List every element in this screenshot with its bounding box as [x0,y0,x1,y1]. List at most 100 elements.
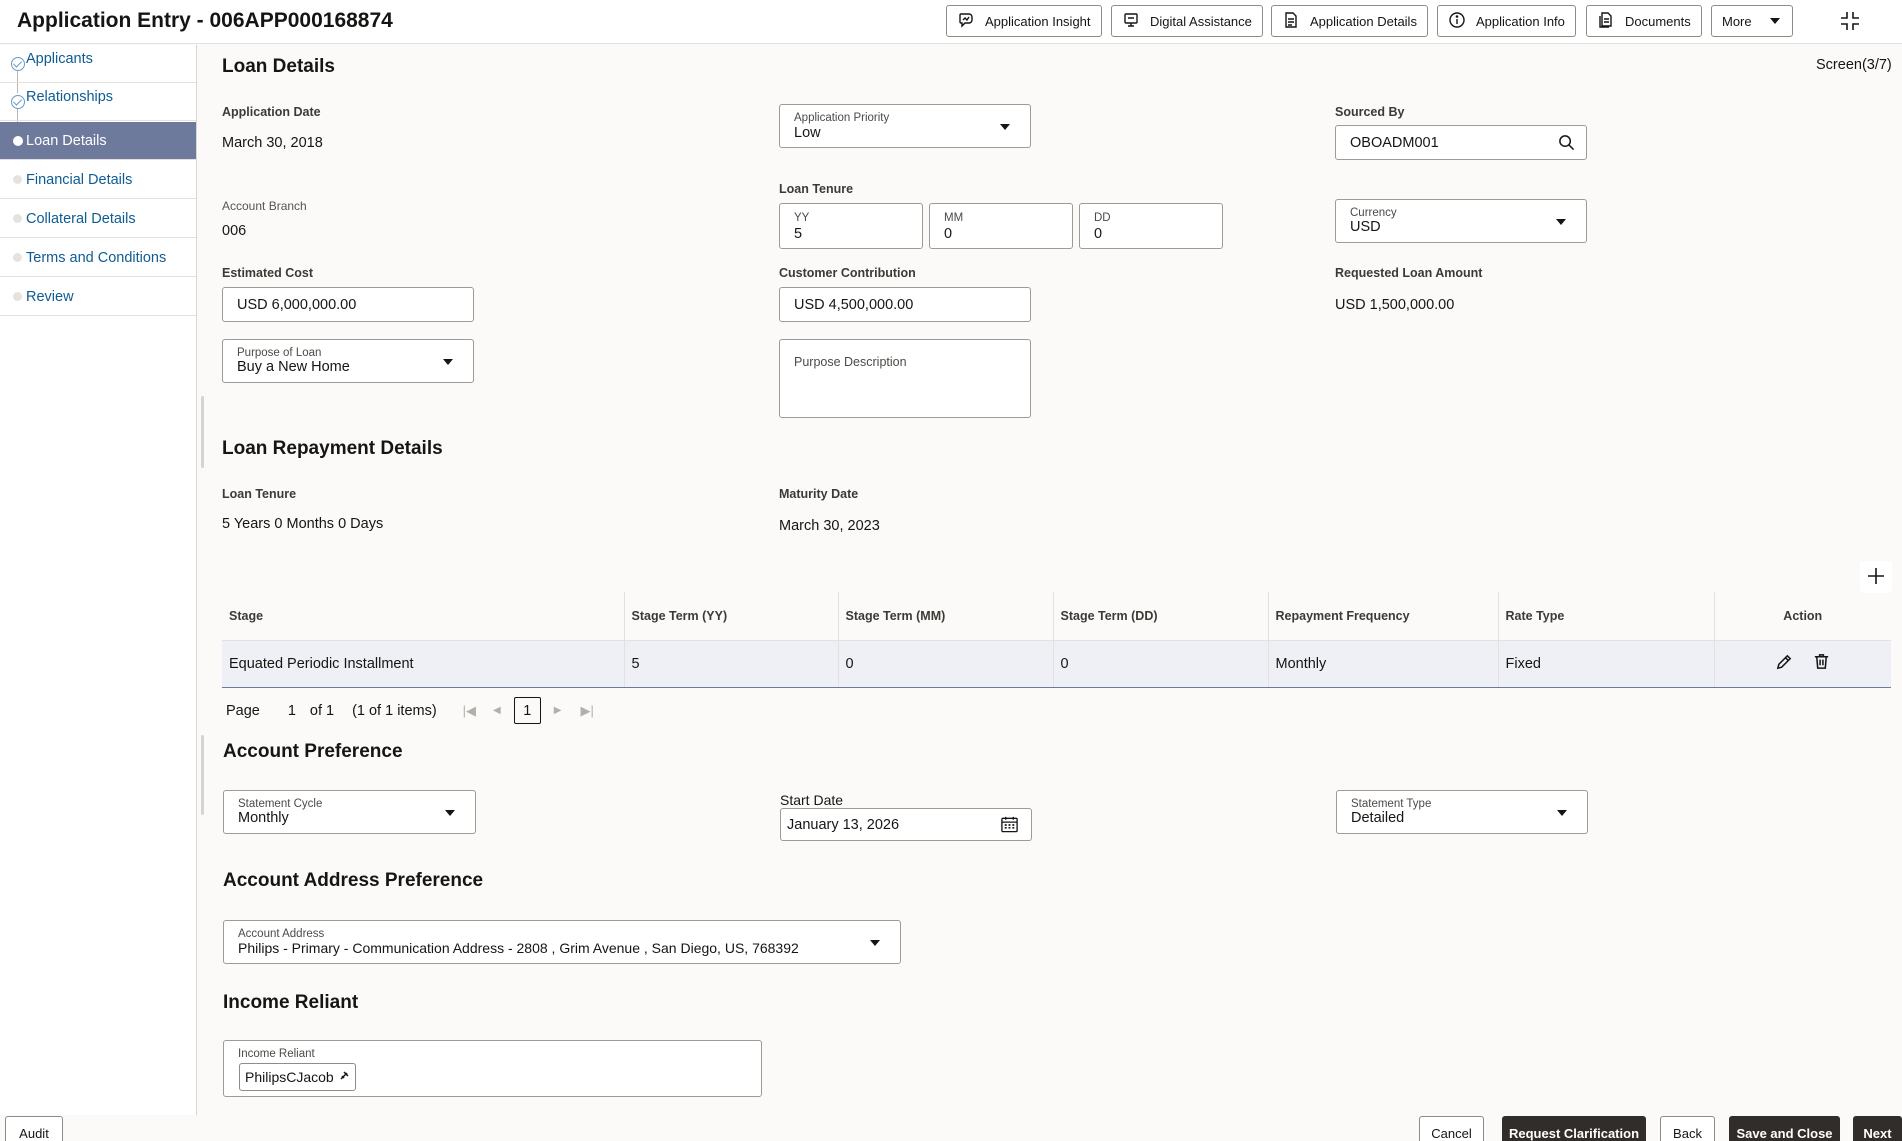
more-button[interactable]: More [1711,5,1793,37]
search-icon[interactable] [1558,134,1575,155]
loan-tenure-yy-input[interactable]: YY 5 [779,203,923,249]
currency-label: Currency [1350,207,1397,219]
action-cell [1714,640,1891,688]
start-date-input[interactable]: January 13, 2026 [780,808,1032,841]
loan-tenure-dd-value: 0 [1094,226,1103,242]
digital-assistance-button[interactable]: Digital Assistance [1111,5,1263,37]
current-step-icon [13,136,23,146]
purpose-description-textarea[interactable]: Purpose Description [779,339,1031,418]
requested-loan-amount-label: Requested Loan Amount [1335,266,1483,280]
column-header: Action [1713,592,1891,641]
sourced-by-value: OBOADM001 [1350,134,1439,151]
customer-contribution-input[interactable]: USD 4,500,000.00 [779,287,1031,322]
maturity-date-label: Maturity Date [779,487,859,501]
sidebar-item-label: Review [26,288,74,305]
sidebar-item-loan-details[interactable]: Loan Details [0,122,196,160]
section-drag-handle[interactable] [201,735,204,815]
last-page-icon[interactable]: ▶| [580,703,593,719]
edit-icon[interactable] [1775,652,1794,675]
sidebar-item-relationships[interactable]: Relationships [0,83,196,121]
next-page-icon[interactable]: ▶ [554,705,562,716]
statement-cycle-select[interactable]: Statement Cycle Monthly [223,790,476,834]
collapse-icon[interactable] [1840,11,1860,31]
table-pagination: Page 1 of 1 (1 of 1 items) |◀ ◀ 1 ▶ ▶| [226,697,594,724]
application-priority-select[interactable]: Application Priority Low [779,104,1031,148]
sidebar-item-label: Loan Details [26,132,107,149]
column-header[interactable]: Repayment Frequency [1267,592,1499,641]
account-address-title: Account Address Preference [223,870,484,891]
application-info-button[interactable]: Application Info [1437,5,1576,37]
currency-value: USD [1350,219,1381,235]
first-page-icon[interactable]: |◀ [463,703,476,719]
next-button[interactable]: Next [1853,1116,1902,1141]
sidebar-item-collateral-details[interactable]: Collateral Details [0,200,196,238]
estimated-cost-input[interactable]: USD 6,000,000.00 [222,287,474,322]
income-reliant-label: Income Reliant [238,1048,315,1060]
application-insight-button[interactable]: Application Insight [946,5,1102,37]
purpose-of-loan-select[interactable]: Purpose of Loan Buy a New Home [222,339,474,383]
insight-icon [957,11,975,32]
column-header[interactable]: Stage Term (MM) [837,592,1054,641]
chevron-down-icon [1556,219,1566,225]
audit-button[interactable]: Audit [5,1116,63,1141]
chevron-down-icon [443,359,453,365]
estimated-cost-label: Estimated Cost [222,266,313,280]
account-address-select[interactable]: Account Address Philips - Primary - Comm… [223,920,901,964]
loan-tenure-mm-value: 0 [944,226,953,242]
previous-page-icon[interactable]: ◀ [493,705,501,716]
sidebar-item-financial-details[interactable]: Financial Details [0,161,196,199]
loan-tenure-label: Loan Tenure [779,182,854,196]
statement-type-select[interactable]: Statement Type Detailed [1336,790,1588,834]
loan-tenure-dd-input[interactable]: DD 0 [1079,203,1223,249]
income-reliant-chip[interactable]: PhilipsCJacob [239,1063,356,1091]
cancel-button[interactable]: Cancel [1419,1116,1484,1141]
train-stop-sidebar: Applicants Relationships Loan Details Fi… [0,45,197,1115]
save-and-close-button[interactable]: Save and Close [1729,1116,1840,1141]
documents-label: Documents [1625,13,1691,29]
column-header[interactable]: Rate Type [1497,592,1715,641]
calendar-icon[interactable] [1000,815,1019,838]
account-address-label: Account Address [238,928,325,940]
application-date-value: March 30, 2018 [222,135,323,151]
loan-repayment-title: Loan Repayment Details [222,438,443,459]
application-info-label: Application Info [1476,13,1565,29]
check-icon [11,95,25,109]
step-icon [13,175,22,184]
currency-select[interactable]: Currency USD [1335,199,1587,243]
account-branch-label: Account Branch [222,199,307,213]
delete-icon[interactable] [1812,652,1831,675]
chevron-down-icon [870,940,880,946]
more-label: More [1722,13,1752,29]
column-header[interactable]: Stage [222,592,625,641]
stage-term-yy-cell: 5 [624,640,839,688]
chip-label: PhilipsCJacob [245,1069,334,1085]
application-details-button[interactable]: Application Details [1271,5,1428,37]
section-drag-handle[interactable] [201,396,204,468]
application-priority-value: Low [794,125,821,141]
loan-tenure-yy-value: 5 [794,226,803,242]
remove-chip-icon[interactable] [338,1069,350,1085]
account-branch-value: 006 [222,223,247,239]
customer-contribution-value: USD 4,500,000.00 [794,296,914,313]
maturity-date-value: March 30, 2023 [779,518,880,534]
sidebar-item-review[interactable]: Review [0,278,196,316]
table-row[interactable]: Equated Periodic Installment 5 0 0 Month… [222,640,1891,688]
sidebar-item-terms-and-conditions[interactable]: Terms and Conditions [0,239,196,277]
application-details-label: Application Details [1310,13,1417,29]
documents-icon [1597,11,1615,32]
step-icon [13,292,22,301]
statement-cycle-value: Monthly [238,810,289,826]
column-header[interactable]: Stage Term (YY) [623,592,839,641]
sidebar-item-applicants[interactable]: Applicants [0,45,196,83]
request-clarification-button[interactable]: Request Clarification [1502,1116,1646,1141]
column-header[interactable]: Stage Term (DD) [1052,592,1269,641]
page-number-input[interactable]: 1 [280,703,304,719]
documents-button[interactable]: Documents [1586,5,1702,37]
plus-icon [1866,566,1886,589]
sourced-by-input[interactable]: OBOADM001 [1335,125,1587,160]
back-button[interactable]: Back [1660,1116,1715,1141]
current-page-button[interactable]: 1 [513,697,541,724]
loan-tenure-mm-input[interactable]: MM 0 [929,203,1073,249]
loan-details-title: Loan Details [222,56,335,77]
add-stage-button[interactable] [1860,561,1892,593]
